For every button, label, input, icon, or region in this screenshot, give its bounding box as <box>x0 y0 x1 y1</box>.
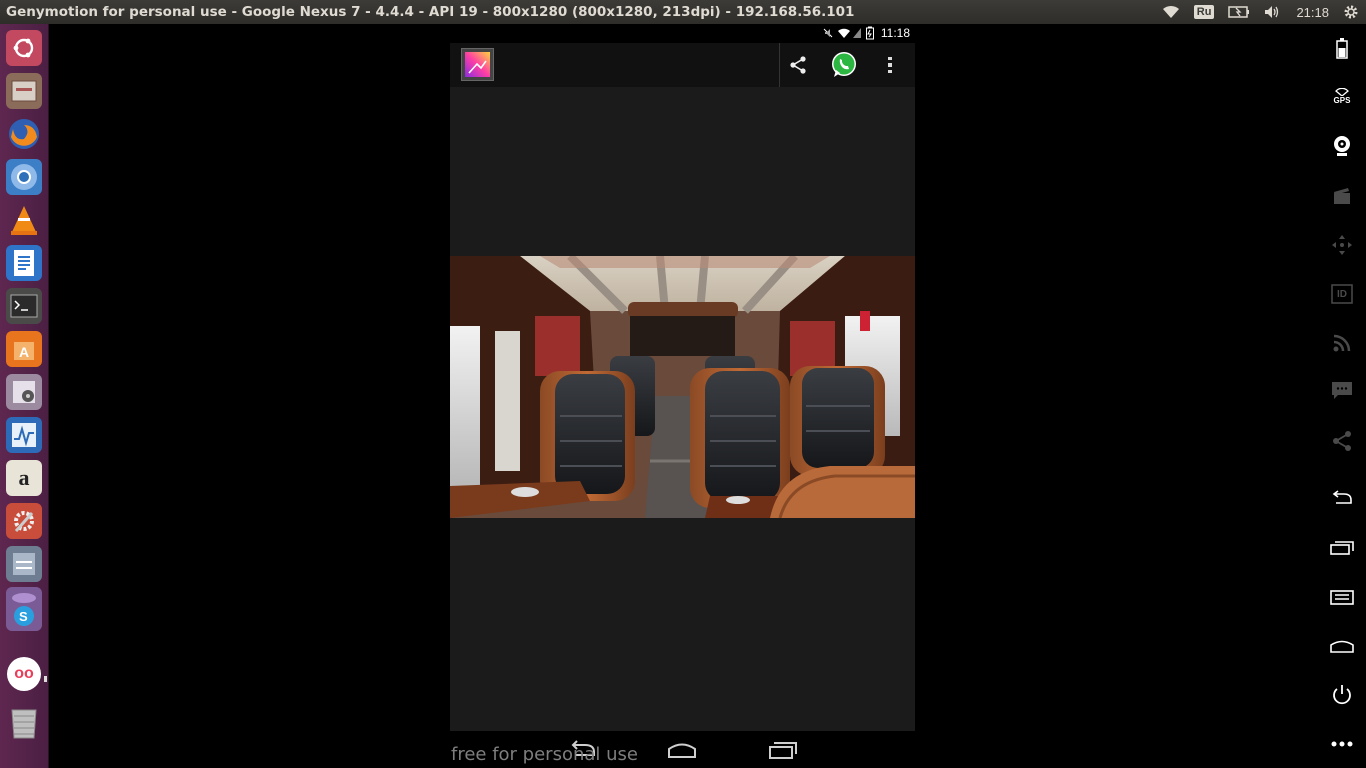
home-icon[interactable] <box>1330 634 1354 658</box>
share-icon[interactable] <box>1330 429 1354 453</box>
gps-icon[interactable]: GPS <box>1330 84 1354 108</box>
gps-label: GPS <box>1333 95 1351 105</box>
window-title: Genymotion for personal use - Google Nex… <box>6 4 855 20</box>
top-panel: Genymotion for personal use - Google Nex… <box>0 0 1366 24</box>
wifi-icon[interactable] <box>1155 0 1187 24</box>
sms-icon[interactable] <box>1330 379 1354 403</box>
gallery-app-icon[interactable] <box>461 48 494 81</box>
android-status-bar: 11:18 <box>450 24 915 43</box>
keyboard-layout-label: Ru <box>1193 5 1215 19</box>
share-icon[interactable] <box>786 53 810 77</box>
webcam-icon[interactable] <box>1330 134 1354 158</box>
indicator-area: Ru 21:18 <box>1155 0 1366 24</box>
genymotion-toolbar: GPS ID <box>1318 24 1366 768</box>
unity-launcher: A a S oo <box>0 24 49 768</box>
mute-icon <box>822 27 834 42</box>
genymotion-letters: oo <box>14 665 34 682</box>
amazon-letter: a <box>18 465 30 490</box>
clock[interactable]: 21:18 <box>1289 0 1336 24</box>
nav-recents-icon[interactable] <box>768 740 798 760</box>
system-settings-icon[interactable] <box>6 503 42 539</box>
files-icon[interactable] <box>6 73 42 109</box>
keyboard-layout-indicator[interactable]: Ru <box>1187 0 1222 24</box>
back-icon[interactable] <box>1330 486 1354 510</box>
action-bar <box>450 43 915 87</box>
move-icon[interactable] <box>1330 233 1354 257</box>
recent-apps-icon[interactable] <box>1330 536 1354 560</box>
android-clock: 11:18 <box>880 26 910 40</box>
app-icon[interactable]: S <box>6 587 42 631</box>
android-screen: 11:18 <box>450 24 915 731</box>
settings-gear-icon[interactable] <box>1336 0 1366 24</box>
screencast-icon[interactable] <box>1330 184 1354 208</box>
battery-icon[interactable] <box>1330 36 1354 60</box>
wifi-signal-icon <box>837 27 851 42</box>
genymotion-icon[interactable]: oo <box>7 657 41 691</box>
workspaces-icon[interactable] <box>6 546 42 582</box>
photo-minibus-interior[interactable] <box>450 256 915 518</box>
overflow-menu-icon[interactable] <box>882 53 898 77</box>
chromium-icon[interactable] <box>6 159 42 195</box>
watermark-text: free for personal use <box>451 744 638 765</box>
trash-icon[interactable] <box>6 704 42 740</box>
svg-text:A: A <box>19 344 29 360</box>
active-indicator <box>44 676 47 682</box>
divider <box>779 43 780 87</box>
more-icon[interactable] <box>1330 732 1354 756</box>
nav-home-icon[interactable] <box>667 740 697 760</box>
firefox-icon[interactable] <box>6 116 42 152</box>
power-icon[interactable] <box>1330 683 1354 707</box>
device-id-label: ID <box>1337 288 1347 300</box>
whatsapp-icon[interactable] <box>830 51 858 79</box>
disk-utility-icon[interactable] <box>6 374 42 410</box>
device-id-icon[interactable]: ID <box>1330 282 1354 306</box>
vlc-icon[interactable] <box>6 202 42 238</box>
ubuntu-dash-icon[interactable] <box>6 30 42 66</box>
battery-status-icon <box>866 26 874 43</box>
battery-indicator-icon[interactable] <box>1221 0 1257 24</box>
system-monitor-icon[interactable] <box>6 417 42 453</box>
cell-signal-icon <box>852 27 862 42</box>
volume-icon[interactable] <box>1257 0 1289 24</box>
svg-text:S: S <box>19 609 28 624</box>
amazon-icon[interactable]: a <box>6 460 42 496</box>
menu-icon[interactable] <box>1330 585 1354 609</box>
software-center-icon[interactable]: A <box>6 331 42 367</box>
libreoffice-writer-icon[interactable] <box>6 245 42 281</box>
rss-icon[interactable] <box>1330 331 1354 355</box>
terminal-icon[interactable] <box>6 288 42 324</box>
